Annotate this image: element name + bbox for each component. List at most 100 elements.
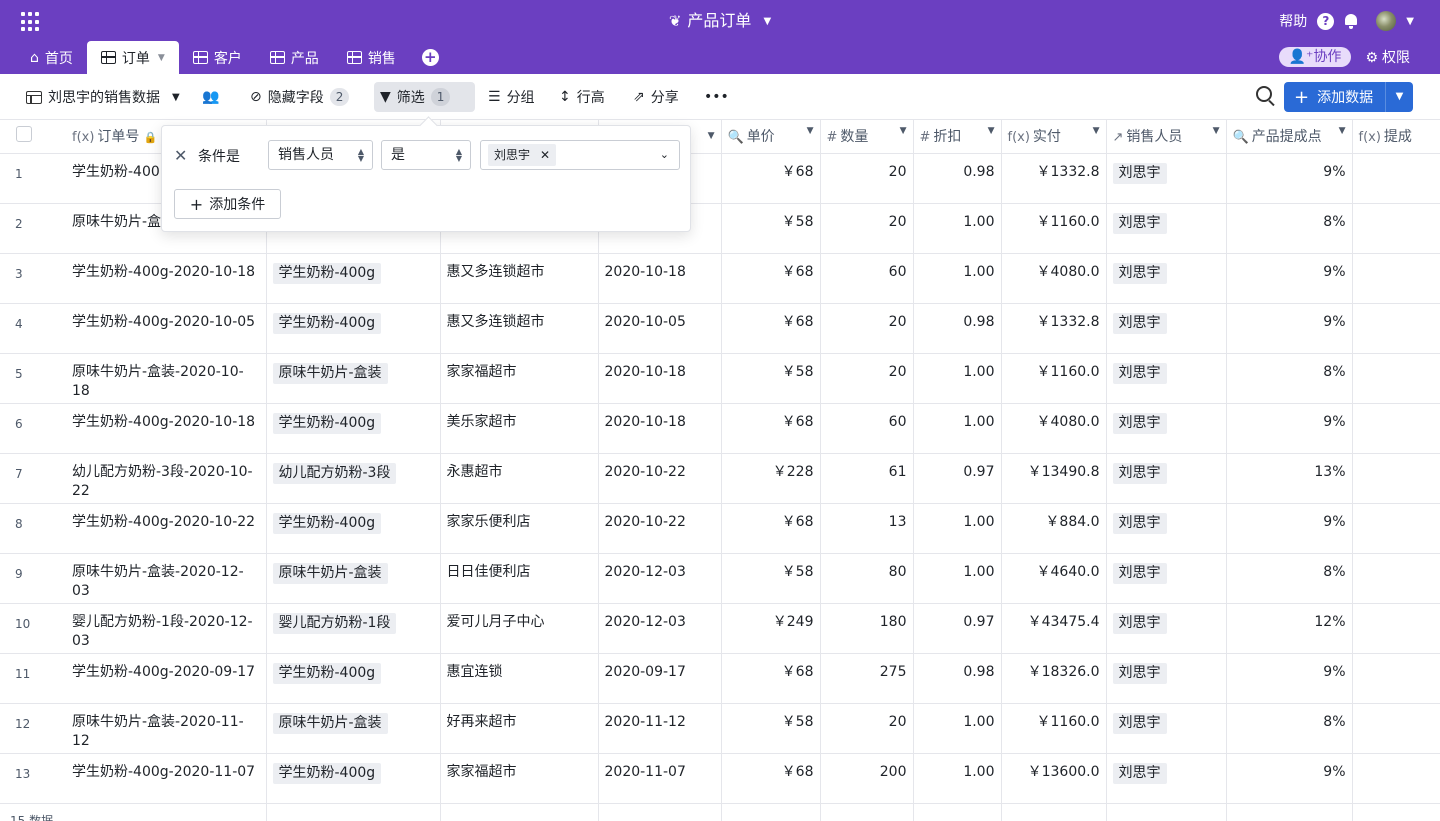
row-number[interactable]: 12 xyxy=(0,703,66,754)
filter-operator-select[interactable]: 是 ▲ ▼ xyxy=(381,140,471,170)
help-link[interactable]: 帮助 xyxy=(1279,11,1307,31)
rate-cell[interactable]: 9% xyxy=(1226,753,1353,804)
paid-cell[interactable]: ￥4080.0 xyxy=(1001,403,1107,454)
customer-cell[interactable]: 家家福超市 xyxy=(440,353,599,404)
salesperson-cell[interactable]: 刘思宇 xyxy=(1106,603,1227,654)
discount-cell[interactable]: 1.00 xyxy=(913,403,1002,454)
share-button[interactable]: ⇗ 分享 xyxy=(627,82,685,112)
chevron-down-icon[interactable]: ▼ xyxy=(1213,126,1220,136)
product-cell[interactable]: 学生奶粉-400g xyxy=(266,303,441,354)
qty-cell[interactable]: 20 xyxy=(820,153,914,204)
discount-cell[interactable]: 1.00 xyxy=(913,703,1002,754)
price-cell[interactable]: ￥58 xyxy=(721,703,821,754)
chevron-down-icon[interactable]: ▼ xyxy=(900,126,907,136)
discount-cell[interactable]: 1.00 xyxy=(913,253,1002,304)
column-header-price[interactable]: 🔍 单价 ▼ xyxy=(721,120,821,154)
commission-cell[interactable]: ￥7 xyxy=(1352,503,1440,554)
product-cell[interactable]: 学生奶粉-400g xyxy=(266,403,441,454)
commission-cell[interactable]: ￥1 xyxy=(1352,153,1440,204)
product-cell[interactable]: 原味牛奶片-盒装 xyxy=(266,353,441,404)
salesperson-cell[interactable]: 刘思宇 xyxy=(1106,703,1227,754)
commission-cell[interactable]: ￥36 xyxy=(1352,403,1440,454)
paid-cell[interactable]: ￥4080.0 xyxy=(1001,253,1107,304)
date-cell[interactable]: 2020-12-03 xyxy=(598,603,722,654)
salesperson-cell[interactable]: 刘思宇 xyxy=(1106,753,1227,804)
discount-cell[interactable]: 0.97 xyxy=(913,603,1002,654)
avatar[interactable] xyxy=(1376,11,1397,31)
chevron-down-icon[interactable]: ▼ xyxy=(1385,82,1413,112)
rate-cell[interactable]: 9% xyxy=(1226,403,1353,454)
paid-cell[interactable]: ￥13490.8 xyxy=(1001,453,1107,504)
product-cell[interactable]: 婴儿配方奶粉-1段 xyxy=(266,603,441,654)
close-icon[interactable]: ✕ xyxy=(174,146,187,165)
add-condition-button[interactable]: + 添加条件 xyxy=(174,189,281,219)
order-cell[interactable]: 学生奶粉-400g-2020-11-07 xyxy=(66,753,267,804)
product-cell[interactable]: 学生奶粉-400g xyxy=(266,503,441,554)
table-row[interactable]: 8 学生奶粉-400g-2020-10-22 学生奶粉-400g 家家乐便利店 2020… xyxy=(0,503,1440,554)
table-row[interactable]: 13 学生奶粉-400g-2020-11-07 学生奶粉-400g 家家福超市 2020… xyxy=(0,753,1440,804)
column-header-discount[interactable]: # 折扣 ▼ xyxy=(913,120,1002,154)
customer-cell[interactable]: 惠宜连锁 xyxy=(440,653,599,704)
app-title[interactable]: ❦ 产品订单 ▼ xyxy=(0,10,1440,32)
date-cell[interactable]: 2020-11-12 xyxy=(598,703,722,754)
row-number[interactable]: 7 xyxy=(0,453,66,504)
rate-cell[interactable]: 9% xyxy=(1226,503,1353,554)
customer-cell[interactable]: 爱可儿月子中心 xyxy=(440,603,599,654)
group-button[interactable]: ☰ 分组 xyxy=(482,82,541,112)
row-height-button[interactable]: ↕ 行高 xyxy=(553,82,611,112)
price-cell[interactable]: ￥68 xyxy=(721,403,821,454)
discount-cell[interactable]: 1.00 xyxy=(913,553,1002,604)
date-cell[interactable]: 2020-10-18 xyxy=(598,253,722,304)
chevron-down-icon[interactable]: ▼ xyxy=(988,126,995,136)
column-header-qty[interactable]: # 数量 ▼ xyxy=(820,120,914,154)
collaborate-button[interactable]: 👤⁺协作 xyxy=(1278,47,1352,67)
rate-cell[interactable]: 8% xyxy=(1226,203,1353,254)
qty-cell[interactable]: 200 xyxy=(820,753,914,804)
discount-cell[interactable]: 1.00 xyxy=(913,753,1002,804)
select-all-cell[interactable] xyxy=(0,120,66,154)
qty-cell[interactable]: 80 xyxy=(820,553,914,604)
product-cell[interactable]: 幼儿配方奶粉-3段 xyxy=(266,453,441,504)
table-row[interactable]: 10 婴儿配方奶粉-1段-2020-12-03 婴儿配方奶粉-1段 爱可儿月子中心 20… xyxy=(0,603,1440,654)
product-cell[interactable]: 学生奶粉-400g xyxy=(266,753,441,804)
product-cell[interactable]: 学生奶粉-400g xyxy=(266,653,441,704)
date-cell[interactable]: 2020-10-05 xyxy=(598,303,722,354)
select-all-checkbox[interactable] xyxy=(16,126,32,143)
price-cell[interactable]: ￥68 xyxy=(721,753,821,804)
table-row[interactable]: 7 幼儿配方奶粉-3段-2020-10-22 幼儿配方奶粉-3段 永惠超市 2020-1… xyxy=(0,453,1440,504)
order-cell[interactable]: 学生奶粉-400g-2020-10-18 xyxy=(66,253,267,304)
row-number[interactable]: 5 xyxy=(0,353,66,404)
qty-cell[interactable]: 20 xyxy=(820,353,914,404)
table-row[interactable]: 5 原味牛奶片-盒装-2020-10-18 原味牛奶片-盒装 家家福超市 2020-10… xyxy=(0,353,1440,404)
salesperson-cell[interactable]: 刘思宇 xyxy=(1106,353,1227,404)
price-cell[interactable]: ￥68 xyxy=(721,503,821,554)
price-cell[interactable]: ￥58 xyxy=(721,203,821,254)
discount-cell[interactable]: 1.00 xyxy=(913,203,1002,254)
salesperson-cell[interactable]: 刘思宇 xyxy=(1106,153,1227,204)
price-cell[interactable]: ￥68 xyxy=(721,303,821,354)
column-header-sales[interactable]: ↗ 销售人员 ▼ xyxy=(1106,120,1227,154)
view-members-icon[interactable]: 👥 xyxy=(196,82,225,112)
customer-cell[interactable]: 惠又多连锁超市 xyxy=(440,253,599,304)
chevron-down-icon[interactable]: ▼ xyxy=(1093,126,1100,136)
date-cell[interactable]: 2020-10-18 xyxy=(598,403,722,454)
order-cell[interactable]: 学生奶粉-400g-2020-10-22 xyxy=(66,503,267,554)
date-cell[interactable]: 2020-11-07 xyxy=(598,753,722,804)
row-number[interactable]: 3 xyxy=(0,253,66,304)
table-row[interactable]: 9 原味牛奶片-盒装-2020-12-03 原味牛奶片-盒装 日日佳便利店 2020-1… xyxy=(0,553,1440,604)
row-number[interactable]: 6 xyxy=(0,403,66,454)
price-cell[interactable]: ￥228 xyxy=(721,453,821,504)
date-cell[interactable]: 2020-09-17 xyxy=(598,653,722,704)
order-cell[interactable]: 婴儿配方奶粉-1段-2020-12-03 xyxy=(66,603,267,654)
customer-cell[interactable]: 美乐家超市 xyxy=(440,403,599,454)
table-row[interactable]: 12 原味牛奶片-盒装-2020-11-12 原味牛奶片-盒装 好再来超市 2020-1… xyxy=(0,703,1440,754)
tab-orders[interactable]: 订单 ▼ xyxy=(86,41,179,74)
rate-cell[interactable]: 8% xyxy=(1226,703,1353,754)
customer-cell[interactable]: 家家福超市 xyxy=(440,753,599,804)
commission-cell[interactable]: ￥1,22 xyxy=(1352,753,1440,804)
table-row[interactable]: 4 学生奶粉-400g-2020-10-05 学生奶粉-400g 惠又多连锁超市 202… xyxy=(0,303,1440,354)
product-cell[interactable]: 原味牛奶片-盒装 xyxy=(266,703,441,754)
paid-cell[interactable]: ￥1332.8 xyxy=(1001,153,1107,204)
search-icon[interactable] xyxy=(1256,86,1272,102)
row-number[interactable]: 13 xyxy=(0,753,66,804)
